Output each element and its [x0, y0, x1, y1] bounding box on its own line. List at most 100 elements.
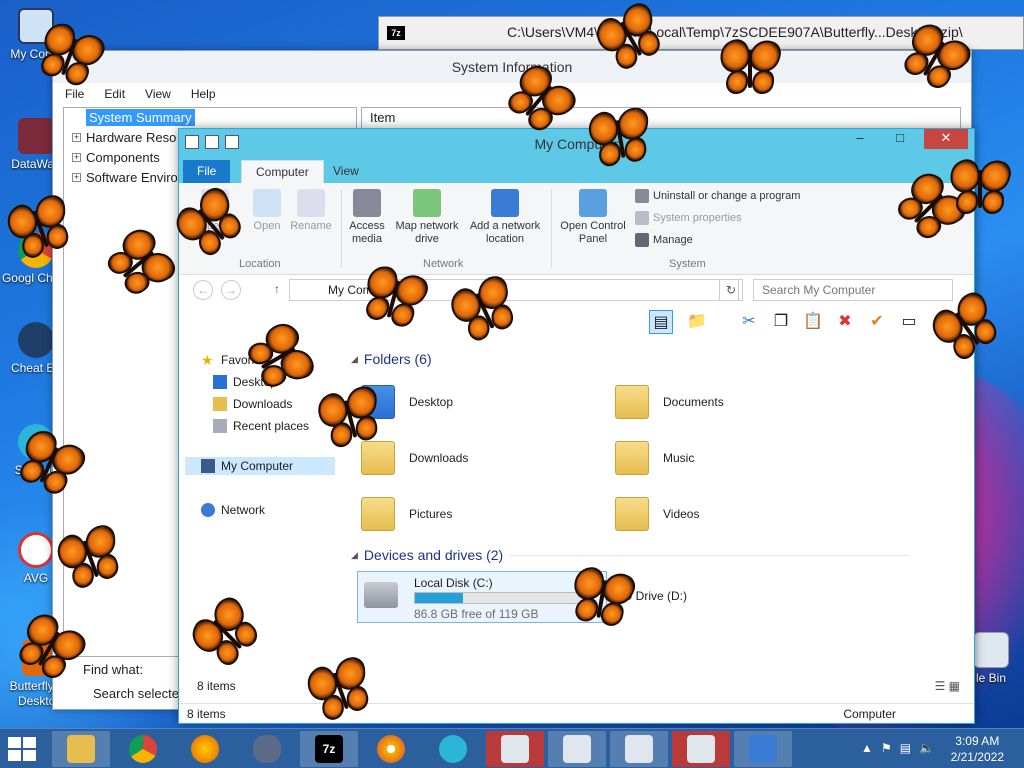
devices-group-header[interactable]: ◢ Devices and drives (2): [351, 547, 910, 563]
folder-videos[interactable]: Videos: [615, 497, 699, 531]
ribbon-separator: [341, 189, 342, 268]
drive-cd-d[interactable]: CD Drive (D:): [615, 589, 687, 603]
copy-icon[interactable]: ❐: [769, 310, 793, 334]
taskbar-installer-2[interactable]: [548, 731, 606, 767]
collapse-icon: ◢: [351, 353, 358, 364]
nav-network[interactable]: Network: [201, 503, 265, 517]
manage-button[interactable]: Manage: [635, 233, 693, 247]
access-media-button[interactable]: Access media: [345, 189, 389, 246]
music-folder-icon: [615, 441, 649, 475]
nav-desktop[interactable]: Desktop: [213, 375, 277, 389]
show-hidden-icons-icon[interactable]: ▲: [861, 741, 873, 755]
menu-help[interactable]: Help: [191, 83, 216, 105]
tree-item-system-summary[interactable]: System Summary: [64, 108, 356, 128]
preview-pane-icon[interactable]: ▤: [649, 310, 673, 334]
tab-view[interactable]: View: [319, 160, 373, 183]
sevenzip-window[interactable]: 7z C:\Users\VM4\AppD...\Local\Temp\7zSCD…: [378, 16, 1024, 50]
forward-button[interactable]: →: [221, 280, 241, 300]
network-tray-icon[interactable]: ▤: [900, 741, 911, 755]
system-properties-button[interactable]: System properties: [635, 211, 742, 225]
tab-file[interactable]: File: [183, 160, 231, 183]
taskbar-mouse-app[interactable]: [238, 731, 296, 767]
folder-music[interactable]: Music: [615, 441, 694, 475]
drive-local-disk-c[interactable]: Local Disk (C:) 86.8 GB free of 119 GB: [357, 571, 607, 623]
open-control-panel-button[interactable]: Open Control Panel: [555, 189, 631, 246]
taskbar-installer-1[interactable]: [486, 731, 544, 767]
check-icon[interactable]: ✔: [865, 310, 889, 334]
sevenzip-title: C:\Users\VM4\AppD...\Local\Temp\7zSCDEE9…: [507, 24, 963, 40]
nav-recent-places[interactable]: Recent places: [213, 419, 309, 433]
control-panel-icon: [579, 189, 607, 217]
taskbar-7zip[interactable]: 7z: [300, 731, 358, 767]
system-info-icon: [749, 735, 777, 763]
system-properties-icon: [635, 211, 649, 225]
refresh-button[interactable]: ↻: [719, 279, 743, 301]
disk-usage-bar: [414, 592, 594, 604]
expand-icon[interactable]: +: [72, 153, 81, 162]
firefox-icon: [191, 735, 219, 763]
folder-documents[interactable]: Documents: [615, 385, 724, 419]
taskbar-system-info[interactable]: [734, 731, 792, 767]
back-button[interactable]: ←: [193, 280, 213, 300]
view-toggle-icons[interactable]: ☰ ▦: [935, 679, 960, 693]
manage-icon: [635, 233, 649, 247]
properties-icon: [201, 189, 229, 217]
ribbon-group-system: System: [669, 258, 706, 270]
cut-icon[interactable]: ✂: [737, 310, 761, 334]
pictures-folder-icon: [361, 497, 395, 531]
search-selected-checkbox[interactable]: Search selected: [93, 686, 186, 701]
nav-downloads[interactable]: Downloads: [213, 397, 292, 411]
up-button[interactable]: ↑: [267, 280, 287, 300]
folder-downloads[interactable]: Downloads: [361, 441, 468, 475]
search-input[interactable]: Search My Computer: [753, 279, 953, 301]
taskbar-installer-4[interactable]: [672, 731, 730, 767]
expand-icon[interactable]: +: [72, 173, 81, 182]
taskbar-spyhunter[interactable]: [424, 731, 482, 767]
browser-icon: [377, 735, 405, 763]
nav-my-computer[interactable]: My Computer: [185, 457, 335, 475]
open-button[interactable]: Open: [245, 189, 289, 233]
rename-button[interactable]: Rename: [287, 189, 335, 233]
rename-icon[interactable]: ▭: [897, 310, 921, 334]
map-network-drive-button[interactable]: Map network drive: [391, 189, 463, 246]
close-button[interactable]: ✕: [924, 129, 968, 149]
taskbar-firefox[interactable]: [176, 731, 234, 767]
menu-file[interactable]: File: [65, 83, 84, 105]
address-input[interactable]: My Computer: [289, 279, 739, 301]
uninstall-button[interactable]: Uninstall or change a program: [635, 189, 800, 203]
volume-icon[interactable]: 🔈: [919, 741, 934, 755]
taskbar-installer-3[interactable]: [610, 731, 668, 767]
explorer-titlebar[interactable]: My Computer – □ ✕: [179, 129, 974, 157]
find-what-label: Find what:: [83, 662, 143, 677]
status-computer: Computer: [843, 707, 896, 721]
folder-pictures[interactable]: Pictures: [361, 497, 452, 531]
maximize-button[interactable]: □: [886, 129, 914, 149]
clock[interactable]: 3:09 AM 2/21/2022: [951, 733, 1004, 765]
expand-icon[interactable]: +: [72, 133, 81, 142]
paste-icon[interactable]: 📋: [801, 310, 825, 334]
sevenzip-logo-icon: 7z: [387, 26, 405, 40]
computer-icon: [201, 459, 215, 473]
start-button[interactable]: [8, 737, 38, 761]
avg-icon: [18, 532, 54, 568]
taskbar-chromium[interactable]: [362, 731, 420, 767]
delete-icon[interactable]: ✖: [833, 310, 857, 334]
folders-group-header[interactable]: ◢ Folders (6): [351, 351, 432, 367]
menu-edit[interactable]: Edit: [104, 83, 125, 105]
properties-button[interactable]: Properties: [189, 189, 241, 233]
tab-computer[interactable]: Computer: [241, 160, 324, 183]
folder-options-icon[interactable]: 📁: [685, 310, 709, 334]
windows-logo-icon: [23, 750, 36, 761]
menu-view[interactable]: View: [145, 83, 171, 105]
action-center-icon[interactable]: ⚑: [881, 741, 892, 755]
nav-favorites[interactable]: ★ Favorites: [201, 353, 270, 367]
add-network-location-button[interactable]: Add a network location: [465, 189, 545, 246]
taskbar-chrome[interactable]: [114, 731, 172, 767]
explorer-window[interactable]: My Computer – □ ✕ File Computer View Pro…: [178, 128, 975, 724]
folder-desktop[interactable]: Desktop: [361, 385, 453, 419]
sysinfo-column-item[interactable]: Item: [361, 107, 961, 129]
downloads-folder-icon: [361, 441, 395, 475]
chrome-icon: [18, 232, 54, 268]
taskbar-file-explorer[interactable]: [52, 731, 110, 767]
minimize-button[interactable]: –: [846, 129, 874, 149]
